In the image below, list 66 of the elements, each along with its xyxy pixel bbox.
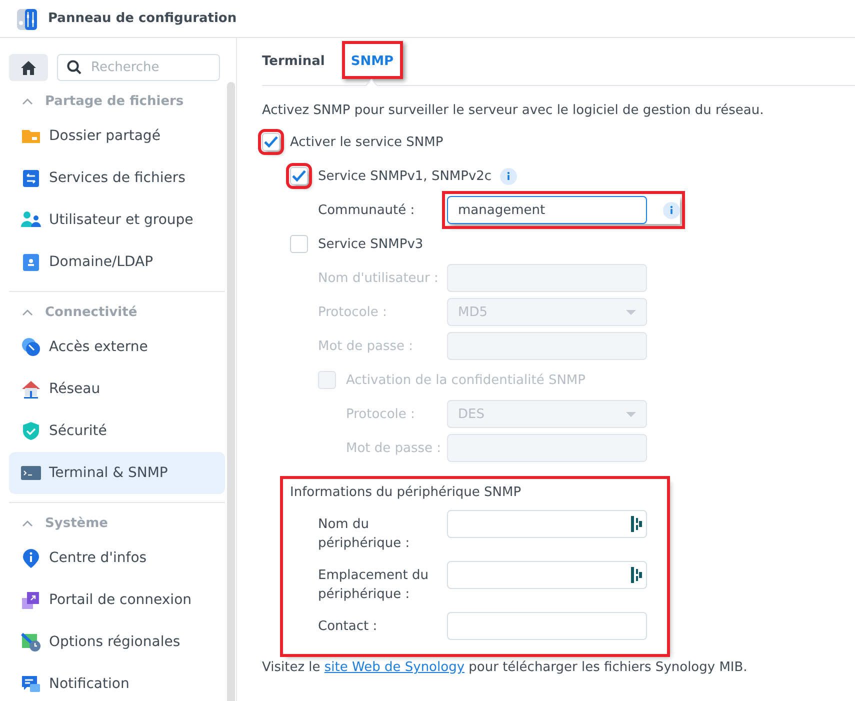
website-link[interactable]: site Web de Synology	[324, 660, 465, 675]
id-card-icon	[21, 252, 41, 272]
sidebar-item[interactable]: Dossier partagé	[9, 115, 225, 157]
shield-icon	[21, 421, 41, 441]
search-field[interactable]: Recherche	[57, 54, 220, 81]
users-icon	[21, 210, 41, 230]
home-icon	[21, 60, 36, 74]
terminal-icon	[21, 463, 41, 483]
text-field[interactable]	[447, 612, 647, 640]
checkbox[interactable]	[290, 235, 308, 253]
sidebar-item[interactable]: Options régionales	[9, 621, 225, 663]
file-transfer-icon	[21, 168, 41, 188]
group-heading: Connectivité	[45, 304, 138, 320]
field-label: Protocole :	[346, 406, 416, 424]
chevron-up-icon[interactable]	[22, 520, 33, 526]
scrollbar[interactable]	[227, 82, 235, 701]
sidebar-item[interactable]: Réseau	[9, 368, 225, 410]
sidebar-item[interactable]: Notification	[9, 663, 225, 701]
portal-icon	[21, 590, 41, 610]
text-field[interactable]	[447, 510, 647, 538]
window-title: Panneau de configuration	[48, 11, 237, 26]
field-label: Protocole :	[318, 304, 388, 322]
home-button[interactable]	[9, 54, 48, 81]
info-icon[interactable]	[500, 168, 517, 184]
field-label: Mot de passe :	[346, 440, 442, 458]
chevron-up-icon[interactable]	[22, 98, 33, 104]
caret-icon	[626, 310, 636, 314]
description: Activez SNMP pour surveiller le serveur avec le logiciel de gestion du réseau.	[262, 103, 765, 118]
sidebar-item[interactable]: Services de fichiers	[9, 157, 225, 199]
info-pin-icon	[21, 548, 41, 568]
checkbox-label: Activer le service SNMP	[290, 134, 444, 150]
chevron-up-icon[interactable]	[22, 308, 33, 316]
field-label: Nom d'utilisateur :	[318, 270, 440, 288]
text-field[interactable]	[447, 561, 647, 589]
sidebar-item[interactable]: Portail de connexion	[9, 579, 225, 621]
section-title: Informations du périphérique SNMP	[290, 485, 522, 500]
caret-icon	[626, 412, 636, 416]
bars-icon	[631, 516, 642, 532]
chat-icon	[21, 674, 41, 694]
sidebar-item[interactable]: Utilisateur et groupe	[9, 199, 225, 241]
field-label: Emplacement du périphérique :	[318, 567, 430, 604]
bars-icon	[631, 567, 642, 583]
sidebar-item[interactable]: Centre d'infos	[9, 537, 225, 579]
group-heading: Système	[45, 516, 108, 530]
checkbox-label: Service SNMPv3	[318, 236, 424, 252]
sidebar-item[interactable]: Domaine/LDAP	[9, 241, 225, 283]
checkbox-label: Activation de la confidentialité SNMP	[346, 372, 586, 388]
text-field[interactable]: management	[447, 196, 647, 224]
search-icon	[67, 60, 82, 75]
app-icon	[16, 6, 38, 30]
field-label: Communauté :	[318, 202, 416, 220]
tab[interactable]: Terminal	[262, 44, 331, 76]
field-label: Contact :	[318, 618, 378, 636]
house-icon	[21, 379, 41, 399]
sidebar-item[interactable]: Sécurité	[9, 410, 225, 452]
field-label: Nom du périphérique :	[318, 516, 411, 553]
checkbox-label: Service SNMPv1, SNMPv2c	[318, 168, 492, 184]
footer-text: Visitez le site Web de Synology pour télécharger les fichiers Synology MIB.	[262, 660, 748, 675]
globe-icon	[21, 337, 41, 357]
sidebar-item[interactable]: Accès externe	[9, 326, 225, 368]
field-label: Mot de passe :	[318, 338, 414, 356]
tab[interactable]: SNMP	[344, 44, 400, 76]
sidebar-item[interactable]: Terminal & SNMP	[9, 452, 225, 494]
map-clock-icon	[21, 632, 41, 652]
group-heading: Partage de fichiers	[45, 94, 184, 108]
info-icon[interactable]	[663, 202, 680, 218]
